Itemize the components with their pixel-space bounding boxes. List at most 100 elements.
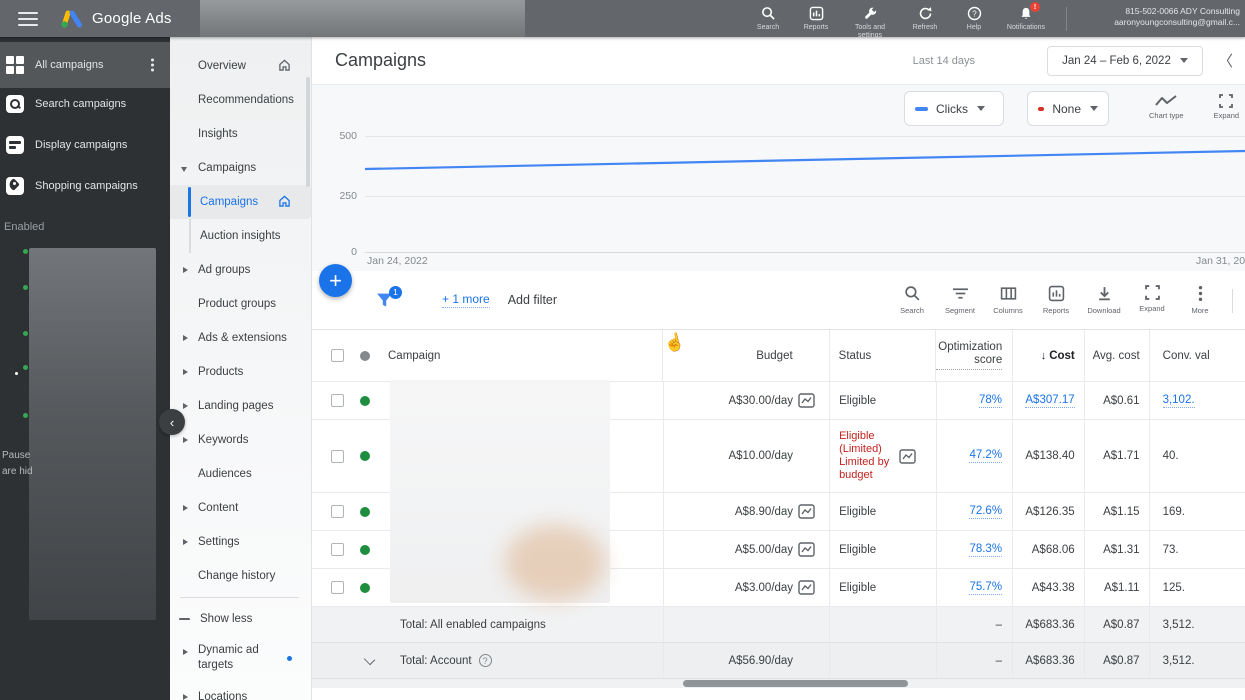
optimization-score-link[interactable]: 78.3% bbox=[969, 543, 1002, 557]
sidebar-item-shopping-campaigns[interactable]: Shopping campaigns bbox=[0, 165, 170, 206]
nav-item-settings[interactable]: Settings bbox=[170, 525, 311, 559]
bid-strategy-icon[interactable] bbox=[899, 449, 916, 464]
status-filter-dot[interactable] bbox=[360, 351, 370, 361]
more-options-icon[interactable] bbox=[151, 57, 154, 74]
row-checkbox[interactable] bbox=[331, 543, 344, 556]
nav-item-landing-pages[interactable]: Landing pages bbox=[170, 389, 311, 423]
sidebar-item-display-campaigns[interactable]: Display campaigns bbox=[0, 124, 170, 165]
more-filters-link[interactable]: + 1 more bbox=[442, 292, 490, 308]
sidebar-item-all-campaigns[interactable]: All campaigns bbox=[0, 42, 170, 88]
conv-value-link[interactable]: 3,102. bbox=[1163, 394, 1195, 408]
row-checkbox[interactable] bbox=[331, 505, 344, 518]
budget-value[interactable]: A$10.00/day bbox=[728, 450, 793, 462]
collapse-panel-icon[interactable]: 〈 bbox=[1218, 50, 1233, 71]
nav-item-insights[interactable]: Insights bbox=[170, 117, 311, 151]
conv-value: 73. bbox=[1163, 544, 1179, 556]
column-header-cost[interactable]: ↓ Cost bbox=[1013, 330, 1085, 381]
budget-value[interactable]: A$5.00/day bbox=[735, 544, 793, 556]
nav-item-recommendations[interactable]: Recommendations bbox=[170, 83, 311, 117]
row-checkbox[interactable] bbox=[331, 394, 344, 407]
new-campaign-button[interactable]: + bbox=[319, 264, 352, 297]
optimization-score-link[interactable]: 78% bbox=[979, 394, 1002, 408]
account-info[interactable]: 815-502-0066 ADY Consulting aaronyoungco… bbox=[1114, 6, 1240, 28]
metric-selector-primary[interactable]: Clicks bbox=[904, 91, 1004, 126]
enabled-campaign-search-icon[interactable] bbox=[8, 415, 26, 433]
show-less-button[interactable]: Show less bbox=[170, 602, 311, 636]
expand-chart-button[interactable]: Expand bbox=[1214, 94, 1239, 120]
enabled-campaign-shopping-icon[interactable] bbox=[8, 367, 26, 385]
help-button[interactable]: ? Help bbox=[950, 3, 998, 32]
menu-icon[interactable] bbox=[18, 12, 38, 26]
columns-button[interactable]: Columns bbox=[984, 285, 1032, 315]
nav-item-dynamic-ad-targets[interactable]: Dynamic ad targets bbox=[170, 636, 311, 680]
optimization-score-link[interactable]: 75.7% bbox=[969, 581, 1002, 595]
metric-selector-secondary[interactable]: None bbox=[1027, 91, 1109, 126]
bid-strategy-icon[interactable] bbox=[798, 580, 815, 595]
total-conv-value: 3,512. bbox=[1163, 619, 1195, 631]
optimization-score-link[interactable]: 47.2% bbox=[969, 449, 1002, 463]
cost-link[interactable]: A$307.17 bbox=[1025, 394, 1074, 408]
column-header-status[interactable]: Status bbox=[830, 330, 937, 381]
nav-item-overview[interactable]: Overview bbox=[170, 49, 311, 83]
add-filter-button[interactable]: Add filter bbox=[508, 293, 557, 307]
google-ads-logo[interactable]: Google Ads bbox=[60, 9, 172, 29]
scrollbar-thumb[interactable] bbox=[683, 680, 908, 687]
search-button[interactable]: Search bbox=[744, 3, 792, 32]
refresh-button[interactable]: Refresh bbox=[900, 3, 950, 32]
column-header-avg-cost[interactable]: Avg. cost bbox=[1085, 330, 1150, 381]
chevron-right-icon bbox=[183, 437, 188, 443]
nav-item-auction-insights[interactable]: Auction insights bbox=[170, 219, 311, 253]
status-value: Eligible bbox=[839, 395, 876, 407]
nav-item-campaigns-parent[interactable]: Campaigns bbox=[170, 151, 311, 185]
column-header-budget[interactable]: Budget bbox=[663, 330, 829, 381]
redacted-campaign-names bbox=[390, 380, 610, 603]
nav-item-products[interactable]: Products bbox=[170, 355, 311, 389]
enabled-campaign-search-icon[interactable] bbox=[8, 251, 26, 269]
bid-strategy-icon[interactable] bbox=[798, 393, 815, 408]
column-header-conv-value[interactable]: Conv. val bbox=[1150, 330, 1245, 381]
expand-icon bbox=[1145, 285, 1160, 300]
expand-table-button[interactable]: Expand bbox=[1128, 285, 1176, 315]
enabled-campaign-search-icon[interactable] bbox=[8, 333, 26, 351]
bid-strategy-icon[interactable] bbox=[798, 542, 815, 557]
nav-item-product-groups[interactable]: Product groups bbox=[170, 287, 311, 321]
reports-button[interactable]: Reports bbox=[792, 3, 840, 32]
column-header-optimization-score[interactable]: Optimization score bbox=[936, 330, 1013, 381]
column-header-campaign[interactable]: Campaign bbox=[388, 350, 440, 362]
more-button[interactable]: More bbox=[1176, 285, 1224, 315]
nav-item-ad-groups[interactable]: Ad groups bbox=[170, 253, 311, 287]
chart-type-button[interactable]: Chart type bbox=[1149, 94, 1184, 120]
nav-item-locations[interactable]: Locations bbox=[170, 680, 311, 700]
tools-settings-button[interactable]: Tools and settings bbox=[840, 3, 900, 40]
row-checkbox[interactable] bbox=[331, 450, 344, 463]
notifications-button[interactable]: ! Notifications bbox=[998, 3, 1054, 32]
budget-value[interactable]: A$8.90/day bbox=[735, 506, 793, 518]
date-range-picker[interactable]: Jan 24 – Feb 6, 2022 bbox=[1047, 46, 1203, 76]
nav-item-content[interactable]: Content bbox=[170, 491, 311, 525]
nav-scrollbar[interactable] bbox=[306, 77, 310, 187]
select-all-checkbox[interactable] bbox=[331, 349, 344, 362]
table-header-row: Campaign Budget Status Optimization scor… bbox=[312, 330, 1245, 382]
table-search-button[interactable]: Search bbox=[888, 285, 936, 315]
help-icon[interactable]: ? bbox=[479, 654, 492, 667]
nav-item-change-history[interactable]: Change history bbox=[170, 559, 311, 593]
download-button[interactable]: Download bbox=[1080, 285, 1128, 315]
row-checkbox[interactable] bbox=[331, 581, 344, 594]
nav-item-ads-extensions[interactable]: Ads & extensions bbox=[170, 321, 311, 355]
bid-strategy-icon[interactable] bbox=[798, 504, 815, 519]
collapse-sidebar-button[interactable]: ‹ bbox=[159, 409, 185, 435]
sidebar-item-search-campaigns[interactable]: Search campaigns bbox=[0, 83, 170, 124]
active-filters-button[interactable]: 1 bbox=[375, 291, 394, 310]
budget-value[interactable]: A$30.00/day bbox=[728, 395, 793, 407]
expand-total-chevron-icon[interactable] bbox=[364, 654, 375, 665]
optimization-score-link[interactable]: 72.6% bbox=[969, 505, 1002, 519]
segment-button[interactable]: Segment bbox=[936, 285, 984, 315]
budget-value[interactable]: A$3.00/day bbox=[735, 582, 793, 594]
enabled-campaign-search-icon[interactable] bbox=[8, 287, 26, 305]
nav-item-campaigns[interactable]: Campaigns bbox=[170, 185, 311, 219]
bell-icon: ! bbox=[1019, 5, 1033, 22]
chevron-down-icon bbox=[977, 106, 985, 111]
nav-item-keywords[interactable]: Keywords bbox=[170, 423, 311, 457]
table-reports-button[interactable]: Reports bbox=[1032, 285, 1080, 315]
nav-item-audiences[interactable]: Audiences bbox=[170, 457, 311, 491]
